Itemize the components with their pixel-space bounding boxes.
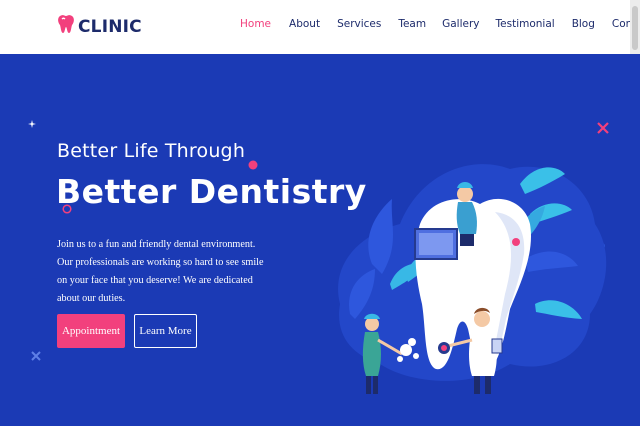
top-navbar: CLINIC Home About Services Team Gallery …	[0, 0, 640, 54]
appointment-button[interactable]: Appointment	[57, 314, 125, 348]
hero-description: Join us to a fun and friendly dental env…	[57, 239, 264, 304]
brand-logo[interactable]: CLINIC	[57, 14, 142, 39]
brand-name: CLINIC	[78, 16, 142, 37]
nav-services[interactable]: Services	[337, 18, 381, 30]
dot-icon	[248, 160, 258, 170]
tooth-icon	[57, 14, 75, 39]
nav-testimonial[interactable]: Testimonial	[496, 18, 555, 30]
nav-blog[interactable]: Blog	[572, 18, 595, 30]
nav-team[interactable]: Team	[398, 18, 426, 30]
sparkle-icon	[28, 120, 36, 128]
nav-gallery[interactable]: Gallery	[442, 18, 479, 30]
hero-section: Better Life Through Better Dentistry Joi…	[0, 54, 640, 426]
nav-home[interactable]: Home	[240, 18, 271, 30]
cross-icon	[31, 351, 41, 361]
nav-about[interactable]: About	[289, 18, 320, 30]
dentistry-illustration	[338, 164, 607, 394]
scrollbar[interactable]	[630, 0, 640, 54]
main-nav: Home About Services Team Gallery Testimo…	[240, 18, 640, 30]
scrollbar-thumb[interactable]	[632, 6, 638, 50]
learn-more-button[interactable]: Learn More	[134, 314, 197, 348]
hero-eyebrow: Better Life Through	[57, 140, 246, 162]
